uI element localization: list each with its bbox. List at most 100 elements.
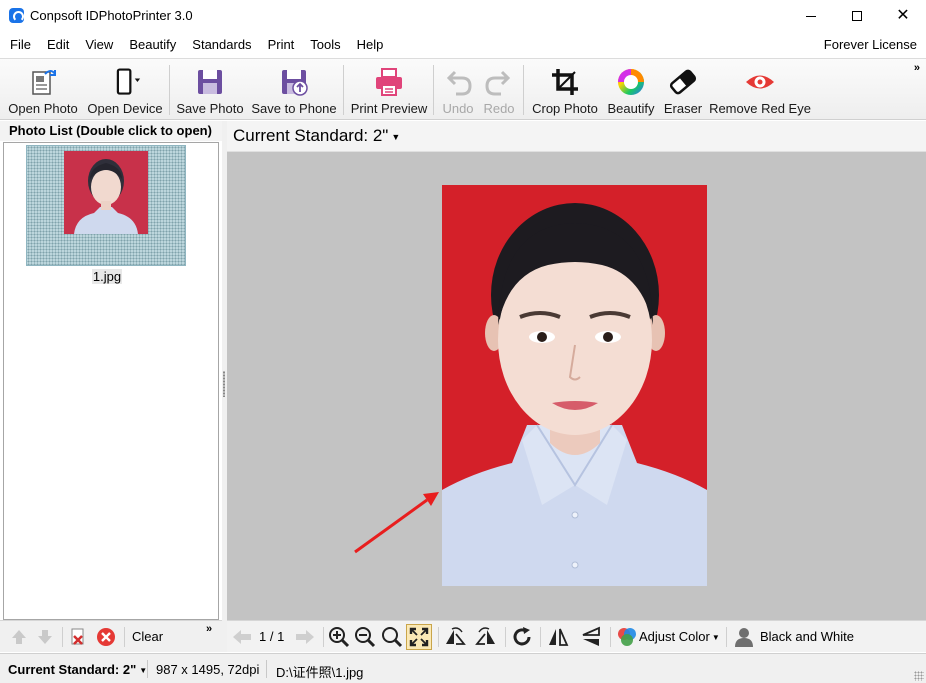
next-page-button[interactable] xyxy=(293,625,317,649)
zoom-in-icon xyxy=(329,627,350,648)
redo-button[interactable]: Redo xyxy=(480,61,518,119)
refresh-rotate-icon xyxy=(513,627,531,646)
clear-button[interactable]: Clear xyxy=(132,629,163,644)
delete-file-icon xyxy=(71,628,84,645)
arrow-up-icon xyxy=(12,630,26,644)
list-toolbar-overflow-button[interactable]: » xyxy=(206,623,212,635)
license-label[interactable]: Forever License xyxy=(824,33,917,57)
adjust-color-button[interactable]: Adjust Color ▼ xyxy=(639,629,720,644)
rotate-left-icon xyxy=(446,627,466,645)
rotate-right-button[interactable] xyxy=(474,625,498,649)
separator xyxy=(266,660,267,678)
redo-label: Redo xyxy=(483,101,515,116)
separator xyxy=(438,627,439,647)
print-preview-button[interactable]: Print Preview xyxy=(350,61,428,119)
fit-to-window-icon xyxy=(409,627,429,647)
phone-icon xyxy=(109,65,141,99)
remove-red-eye-label: Remove Red Eye xyxy=(709,101,811,116)
move-down-button[interactable] xyxy=(34,626,56,648)
status-dimensions: 987 x 1495, 72dpi xyxy=(156,662,260,677)
move-up-button[interactable] xyxy=(8,626,30,648)
photo-list-toolbar: Clear » xyxy=(0,620,222,652)
menu-help[interactable]: Help xyxy=(349,33,392,57)
menu-file[interactable]: File xyxy=(0,33,39,57)
open-photo-label: Open Photo xyxy=(8,101,78,116)
open-photo-button[interactable]: Open Photo xyxy=(6,61,80,119)
flip-horizontal-icon xyxy=(549,628,569,646)
eraser-button[interactable]: Eraser xyxy=(661,61,705,119)
cancel-circle-icon xyxy=(97,628,115,646)
resize-grip[interactable] xyxy=(914,671,924,681)
photo-thumbnail[interactable] xyxy=(26,145,186,266)
status-standard-label: Current Standard: 2" xyxy=(8,662,137,677)
print-preview-label: Print Preview xyxy=(350,101,428,116)
menu-edit[interactable]: Edit xyxy=(39,33,77,57)
open-photo-icon xyxy=(27,65,59,99)
toolbar-overflow-button[interactable]: » xyxy=(914,62,920,74)
delete-file-button[interactable] xyxy=(67,626,89,648)
thumbnail-image xyxy=(64,151,148,234)
save-to-phone-button[interactable]: Save to Phone xyxy=(250,61,338,119)
undo-label: Undo xyxy=(442,101,474,116)
arrow-right-icon xyxy=(296,630,314,644)
person-icon-wrap[interactable] xyxy=(732,625,756,649)
menu-view[interactable]: View xyxy=(77,33,121,57)
separator xyxy=(726,627,727,647)
undo-button[interactable]: Undo xyxy=(439,61,477,119)
black-and-white-button[interactable]: Black and White xyxy=(760,629,854,644)
redo-icon xyxy=(483,65,515,99)
flip-horizontal-button[interactable] xyxy=(546,625,570,649)
minimize-button[interactable] xyxy=(788,0,834,32)
zoom-in-button[interactable] xyxy=(327,625,351,649)
arrow-left-icon xyxy=(233,630,251,644)
rotate-left-button[interactable] xyxy=(443,625,467,649)
crop-icon xyxy=(549,65,581,99)
separator xyxy=(323,627,324,647)
remove-red-eye-button[interactable]: Remove Red Eye xyxy=(709,61,811,119)
close-button[interactable]: ✕ xyxy=(880,0,926,32)
prev-page-button[interactable] xyxy=(230,625,254,649)
save-photo-button[interactable]: Save Photo xyxy=(176,61,244,119)
toolbar-separator xyxy=(523,65,524,115)
crop-photo-label: Crop Photo xyxy=(532,101,598,116)
open-device-button[interactable]: Open Device xyxy=(86,61,164,119)
photo-list-header: Photo List (Double click to open) xyxy=(0,121,222,141)
actual-size-button[interactable] xyxy=(380,625,404,649)
maximize-icon xyxy=(852,11,862,21)
app-logo-icon xyxy=(9,8,24,23)
id-photo xyxy=(442,185,707,586)
title-bar: Conpsoft IDPhotoPrinter 3.0 ✕ xyxy=(0,0,926,32)
menu-print[interactable]: Print xyxy=(260,33,303,57)
photo-canvas[interactable] xyxy=(227,152,926,620)
rotate-right-icon xyxy=(475,627,495,645)
status-bar: Current Standard: 2" ▼ 987 x 1495, 72dpi … xyxy=(0,653,926,683)
undo-icon xyxy=(442,65,474,99)
separator xyxy=(147,660,148,678)
flip-vertical-button[interactable] xyxy=(579,625,603,649)
crop-photo-button[interactable]: Crop Photo xyxy=(529,61,601,119)
toolbar-separator xyxy=(343,65,344,115)
adjust-color-icon-wrap[interactable] xyxy=(615,625,639,649)
menu-bar: File Edit View Beautify Standards Print … xyxy=(0,33,926,57)
eye-icon xyxy=(744,65,776,99)
printer-icon xyxy=(373,65,405,99)
chevron-down-icon: ▼ xyxy=(391,131,401,142)
color-wheel-icon xyxy=(615,65,647,99)
rgb-circles-icon xyxy=(618,628,636,646)
page-indicator: 1 / 1 xyxy=(259,629,285,644)
status-standard[interactable]: Current Standard: 2" ▼ xyxy=(8,662,147,677)
remove-all-button[interactable] xyxy=(95,626,117,648)
zoom-out-button[interactable] xyxy=(353,625,377,649)
main-toolbar: Open Photo Open Device Save Photo Save t… xyxy=(0,58,926,120)
chevron-down-icon: ▼ xyxy=(711,633,720,643)
current-standard-dropdown[interactable]: Current Standard: 2" ▼ xyxy=(233,126,400,146)
beautify-button[interactable]: Beautify xyxy=(606,61,656,119)
adjust-color-label: Adjust Color xyxy=(639,629,710,644)
menu-beautify[interactable]: Beautify xyxy=(121,33,184,57)
fit-window-button[interactable] xyxy=(406,624,432,650)
menu-tools[interactable]: Tools xyxy=(302,33,348,57)
maximize-button[interactable] xyxy=(834,0,880,32)
rotate-button[interactable] xyxy=(510,625,534,649)
menu-standards[interactable]: Standards xyxy=(184,33,259,57)
current-standard-label: Current Standard: 2" xyxy=(233,126,389,145)
